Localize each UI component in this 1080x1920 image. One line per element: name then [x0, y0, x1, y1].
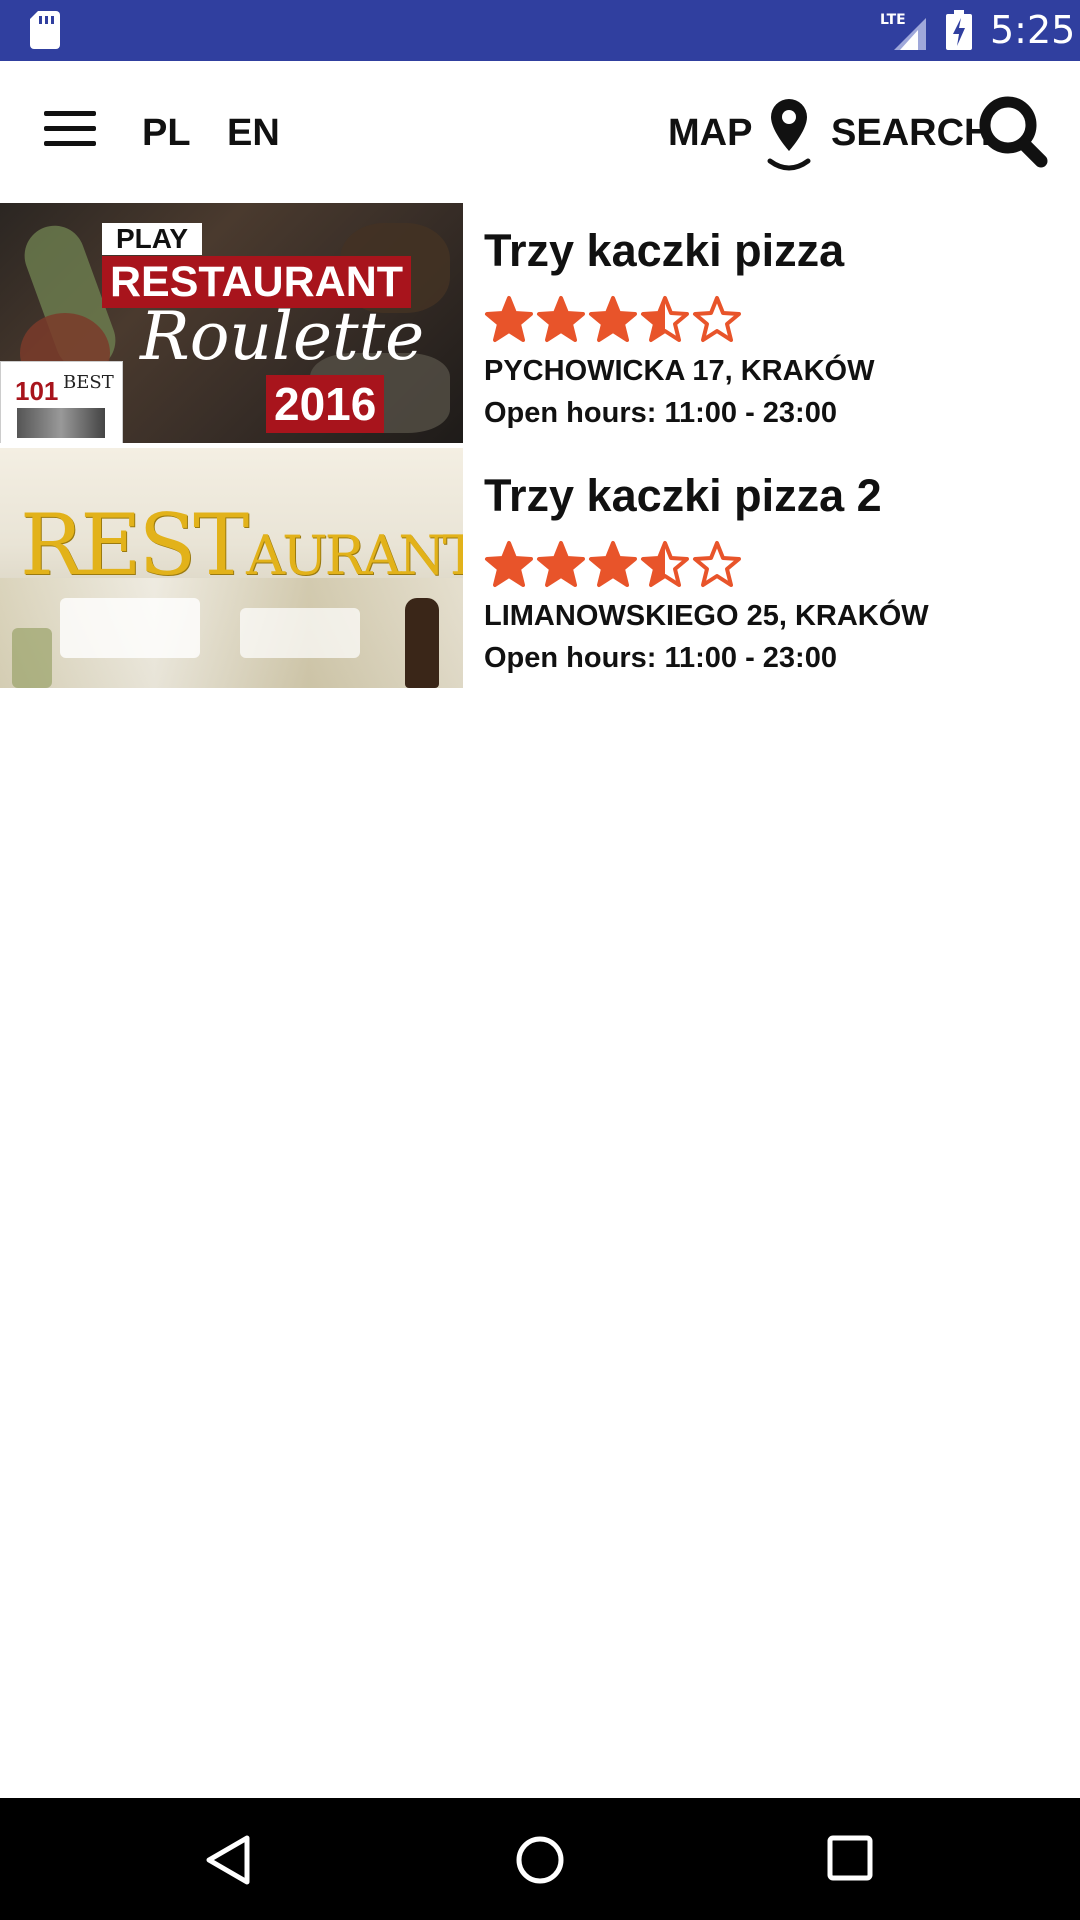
star-full-icon — [589, 296, 637, 342]
status-bar: LTE 5:25 — [0, 0, 1080, 61]
recents-icon[interactable] — [826, 1834, 874, 1882]
lte-signal-icon: LTE — [880, 12, 926, 50]
restaurant-hours: Open hours: 11:00 - 23:00 — [484, 642, 837, 674]
restaurant-list-item[interactable]: RESTAURANT Trzy kaczki pizza 2 LIMANOWSK… — [0, 448, 1080, 688]
language-en-button[interactable]: EN — [227, 109, 280, 157]
best-restaurants-badge: 101 BEST — [0, 361, 123, 443]
star-half-icon — [641, 541, 689, 587]
svg-text:LTE: LTE — [880, 12, 906, 28]
restaurant-address: PYCHOWICKA 17, KRAKÓW — [484, 355, 875, 387]
restaurant-hours: Open hours: 11:00 - 23:00 — [484, 397, 837, 429]
star-full-icon — [485, 296, 533, 342]
star-full-icon — [537, 541, 585, 587]
star-full-icon — [537, 296, 585, 342]
image-text-restaurant-sign: RESTAURANT — [20, 496, 463, 594]
back-icon[interactable] — [203, 1834, 253, 1886]
hamburger-menu-icon[interactable] — [44, 111, 96, 151]
sd-card-icon — [30, 11, 60, 49]
image-text-roulette: Roulette — [140, 298, 425, 375]
language-pl-button[interactable]: PL — [142, 109, 191, 157]
star-empty-icon — [693, 541, 741, 587]
star-full-icon — [485, 541, 533, 587]
restaurant-address: LIMANOWSKIEGO 25, KRAKÓW — [484, 600, 929, 632]
restaurant-list-item[interactable]: PLAY RESTAURANT Roulette 2016 101 BEST T… — [0, 203, 1080, 443]
rating-stars — [484, 540, 744, 590]
restaurant-list: PLAY RESTAURANT Roulette 2016 101 BEST T… — [0, 203, 1080, 693]
map-pin-icon[interactable] — [764, 95, 814, 171]
restaurant-thumbnail: RESTAURANT — [0, 448, 463, 688]
rating-stars — [484, 295, 744, 345]
restaurant-name: Trzy kaczki pizza 2 — [484, 470, 882, 521]
app-bar: PL EN MAP SEARCH — [0, 61, 1080, 203]
image-text-play: PLAY — [102, 223, 203, 255]
image-text-year: 2016 — [266, 375, 385, 433]
battery-charging-icon — [946, 10, 972, 50]
restaurant-thumbnail: PLAY RESTAURANT Roulette 2016 101 BEST — [0, 203, 463, 443]
magnifier-icon[interactable] — [977, 93, 1049, 169]
clock: 5:25 — [990, 8, 1076, 52]
system-nav-bar — [0, 1798, 1080, 1920]
restaurant-name: Trzy kaczki pizza — [484, 225, 845, 276]
search-button[interactable]: SEARCH — [831, 109, 991, 157]
star-full-icon — [589, 541, 637, 587]
map-button[interactable]: MAP — [668, 109, 752, 157]
home-icon[interactable] — [514, 1834, 566, 1886]
star-empty-icon — [693, 296, 741, 342]
star-half-icon — [641, 296, 689, 342]
